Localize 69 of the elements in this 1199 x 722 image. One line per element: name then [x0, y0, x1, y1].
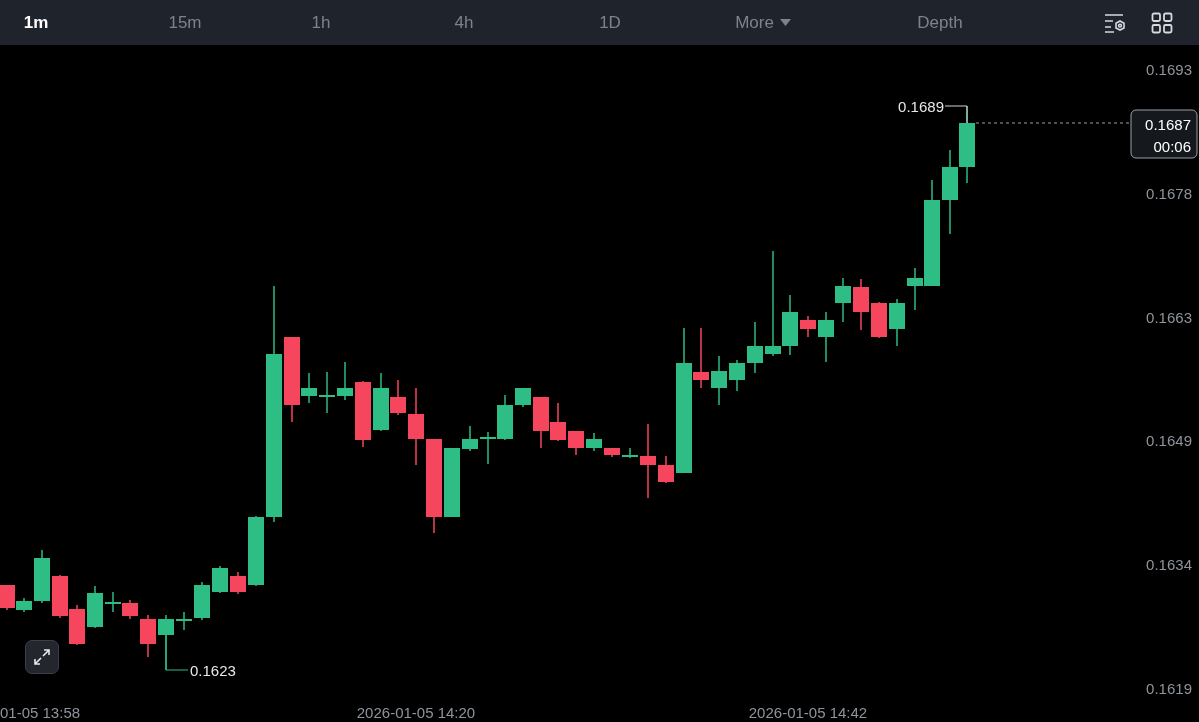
rising-candle — [889, 298, 905, 347]
rising-candle — [373, 372, 389, 432]
timeframe-tab[interactable]: 1h — [281, 6, 361, 39]
price-axis-label: 0.1649 — [1146, 432, 1192, 450]
rising-candle — [319, 371, 335, 414]
timeframe-tab[interactable]: 4h — [424, 6, 504, 39]
price-axis-label: 0.1678 — [1146, 184, 1192, 202]
falling-candle — [550, 402, 566, 442]
rising-candle — [586, 432, 602, 452]
rising-candle — [835, 277, 851, 323]
falling-candle — [568, 430, 584, 456]
rising-candle — [729, 359, 745, 392]
more-dropdown[interactable]: More — [713, 6, 813, 39]
timeframe-tab[interactable]: 1D — [570, 6, 650, 39]
falling-candle — [390, 379, 406, 416]
rising-candle — [212, 565, 228, 594]
timeframe-tab[interactable]: 15m — [145, 6, 225, 39]
rising-candle — [248, 515, 264, 587]
rising-candle — [194, 581, 210, 621]
rising-candle — [462, 425, 478, 452]
falling-candle — [658, 455, 674, 484]
falling-candle — [533, 396, 549, 449]
price-axis-label: 0.1634 — [1146, 556, 1192, 574]
rising-candle — [497, 394, 513, 441]
rising-candle — [711, 355, 727, 406]
layout-grid-icon[interactable] — [1150, 10, 1174, 35]
rising-candle — [444, 447, 460, 518]
rising-candle — [747, 321, 763, 374]
rising-candle — [622, 447, 638, 459]
rising-candle — [105, 591, 121, 613]
price-axis-label: 0.1619 — [1146, 680, 1192, 697]
rising-candle — [87, 585, 103, 629]
low-price-marker: 0.1623 — [190, 662, 236, 679]
leader-line — [165, 634, 189, 671]
last-price-tag — [1130, 109, 1198, 159]
price-axis-label: 0.1693 — [1146, 61, 1192, 78]
time-axis-label: 01-05 13:58 — [0, 704, 81, 721]
falling-candle — [230, 571, 246, 595]
last-price: 0.1687 — [1145, 116, 1191, 133]
falling-candle — [604, 447, 620, 458]
falling-candle — [69, 604, 85, 646]
rising-candle — [16, 597, 32, 613]
price-axis-label: 0.1663 — [1146, 308, 1192, 326]
leader-line — [944, 105, 968, 124]
falling-candle — [52, 574, 68, 619]
expand-icon — [32, 647, 52, 667]
expand-button[interactable] — [25, 640, 59, 674]
timeframe-tab[interactable]: 1m — [0, 6, 72, 39]
falling-candle — [871, 301, 887, 339]
rising-candle — [515, 387, 531, 408]
rising-candle — [818, 311, 834, 363]
rising-candle — [337, 361, 353, 401]
rising-candle — [480, 431, 496, 465]
time-axis-label: 2026-01-05 14:42 — [748, 704, 868, 721]
depth-tab[interactable]: Depth — [900, 6, 980, 39]
high-price-marker: 0.1689 — [898, 98, 944, 115]
falling-candle — [0, 584, 15, 611]
falling-candle — [693, 327, 709, 389]
time-axis-label: 2026-01-05 14:20 — [356, 704, 476, 721]
falling-candle — [355, 380, 371, 448]
rising-candle — [176, 611, 192, 631]
falling-candle — [122, 599, 138, 620]
rising-candle — [301, 372, 317, 404]
falling-candle — [853, 278, 869, 331]
falling-candle — [800, 315, 816, 338]
falling-candle — [140, 614, 156, 658]
caret-icon — [779, 19, 791, 26]
candle-countdown: 00:06 — [1153, 138, 1191, 155]
rising-candle — [34, 549, 50, 604]
